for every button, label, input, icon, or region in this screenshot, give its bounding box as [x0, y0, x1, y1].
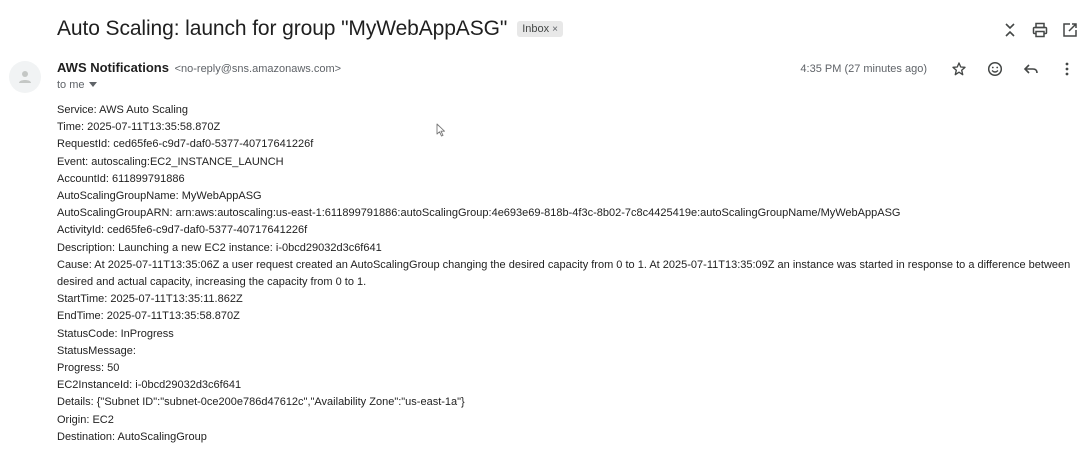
body-line: Destination: AutoScalingGroup [57, 430, 207, 443]
thread-actions [995, 18, 1085, 42]
message-actions: 4:35 PM (27 minutes ago) [800, 58, 1085, 80]
body-line: Event: autoscaling:EC2_INSTANCE_LAUNCH [57, 155, 284, 168]
chevron-down-icon [88, 82, 97, 87]
person-icon [19, 71, 31, 83]
body-line: Origin: EC2 [57, 413, 114, 426]
body-line: EndTime: 2025-07-11T13:35:58.870Z [57, 310, 240, 323]
avatar[interactable] [9, 61, 41, 93]
mouse-pointer-icon [436, 123, 446, 142]
body-line: StatusMessage: [57, 344, 136, 357]
to-label: to me [57, 79, 85, 91]
body-line: Service: AWS Auto Scaling [57, 104, 189, 116]
sender-line: AWS Notifications <no-reply@sns.amazonaw… [57, 60, 341, 75]
print-icon[interactable] [1025, 18, 1055, 42]
body-line: Cause: At 2025-07-11T13:35:06Z a user re… [57, 258, 1071, 289]
body-line: EC2InstanceId: i-0bcd29032d3c6f641 [57, 379, 242, 392]
body-line: Description: Launching a new EC2 instanc… [57, 241, 382, 254]
message-timestamp: 4:35 PM (27 minutes ago) [800, 63, 927, 75]
star-icon[interactable] [941, 57, 977, 81]
inbox-label-chip[interactable]: Inbox × [517, 21, 563, 37]
reply-icon[interactable] [1013, 57, 1049, 81]
body-line: Time: 2025-07-11T13:35:58.870Z [57, 121, 221, 134]
more-vertical-icon[interactable] [1049, 57, 1085, 81]
body-line: ActivityId: ced65fe6-c9d7-daf0-5377-4071… [57, 224, 308, 237]
sender-email: <no-reply@sns.amazonaws.com> [174, 63, 342, 75]
body-line: StatusCode: InProgress [57, 327, 174, 340]
emoji-icon[interactable] [977, 57, 1013, 81]
recipient-details-toggle[interactable]: to me [57, 79, 97, 91]
body-line: RequestId: ced65fe6-c9d7-daf0-5377-40717… [57, 138, 314, 151]
body-line: Progress: 50 [57, 362, 120, 375]
body-line: Details: {"Subnet ID":"subnet-0ce200e786… [57, 396, 465, 409]
subject-row: Auto Scaling: launch for group "MyWebApp… [57, 14, 563, 44]
body-line: AutoScalingGroupName: MyWebAppASG [57, 190, 262, 203]
open-new-window-icon[interactable] [1055, 18, 1085, 42]
remove-label-button[interactable]: × [552, 24, 558, 35]
body-line: AccountId: 611899791886 [57, 172, 185, 185]
body-line: StartTime: 2025-07-11T13:35:11.862Z [57, 293, 243, 306]
sender-name[interactable]: AWS Notifications [57, 60, 169, 75]
body-line: AutoScalingGroupARN: arn:aws:autoscaling… [57, 207, 901, 220]
email-subject: Auto Scaling: launch for group "MyWebApp… [57, 17, 508, 40]
email-body: Service: AWS Auto Scaling Time: 2025-07-… [57, 102, 1079, 446]
label-chip-text: Inbox [522, 23, 550, 35]
expand-collapse-icon[interactable] [995, 18, 1025, 42]
